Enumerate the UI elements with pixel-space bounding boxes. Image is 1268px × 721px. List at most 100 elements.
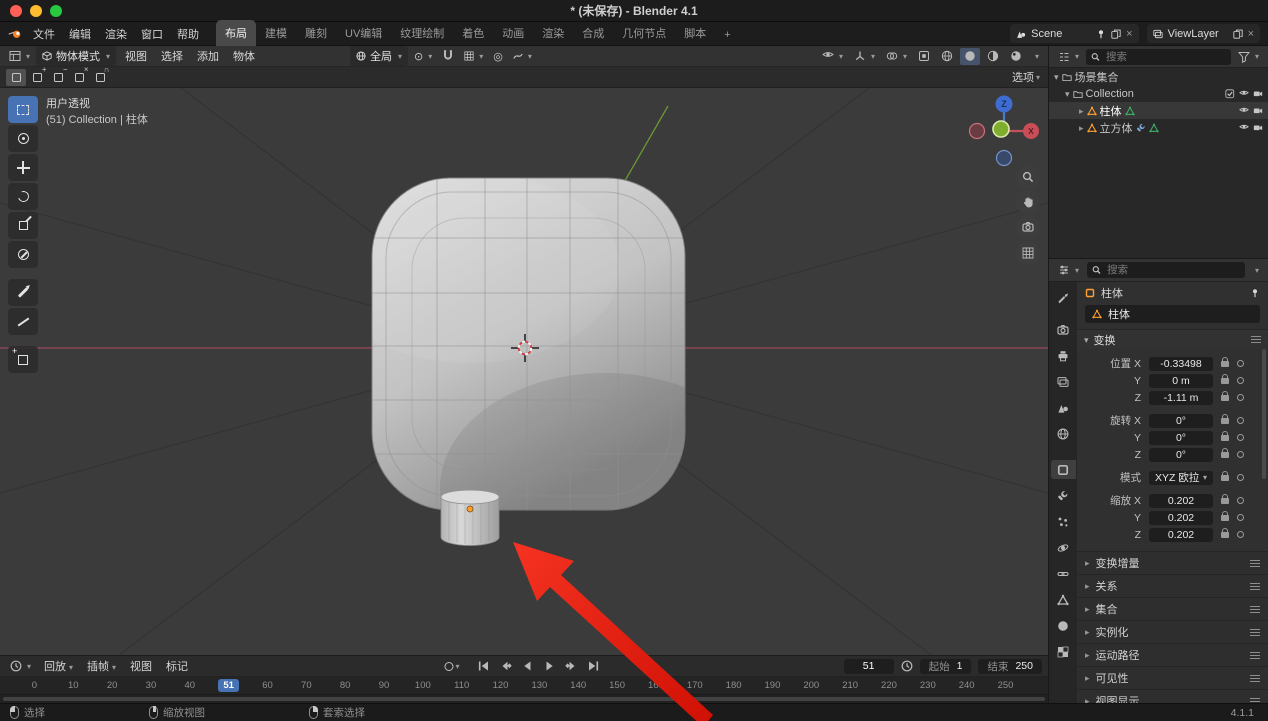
topbar-menu-item[interactable]: 渲染 <box>98 23 134 45</box>
object-visibility-dropdown[interactable] <box>818 48 847 64</box>
timeline-tick[interactable]: 110 <box>442 680 481 691</box>
select-mode-button[interactable] <box>27 65 47 86</box>
expand-caret[interactable] <box>1054 71 1059 83</box>
timeline-tick[interactable]: 40 <box>170 680 209 691</box>
pivot-point-dropdown[interactable]: ⊙ <box>410 48 436 65</box>
properties-options-button[interactable] <box>1249 264 1263 277</box>
properties-section[interactable]: 运动路径 <box>1077 643 1268 666</box>
workspace-tab[interactable]: 布局 <box>216 19 256 46</box>
properties-tab[interactable] <box>1051 538 1076 557</box>
timeline-tick[interactable]: 240 <box>947 680 986 691</box>
transform-value-field[interactable]: 0.202 <box>1149 493 1213 508</box>
viewport-menu-item[interactable]: 选择 <box>154 46 190 66</box>
section-grip-icon[interactable] <box>1250 628 1260 636</box>
select-mode-button[interactable] <box>48 65 68 86</box>
scene-selector[interactable]: Scene × <box>1010 24 1139 43</box>
timeline-scrollbar[interactable] <box>0 695 1048 703</box>
properties-tab[interactable] <box>1051 320 1076 339</box>
transform-value-field[interactable]: 0.202 <box>1149 510 1213 525</box>
timeline-tick[interactable]: 160 <box>637 680 676 691</box>
transform-value-field[interactable]: -0.33498 <box>1149 356 1213 371</box>
options-dropdown[interactable]: 选项 <box>1012 69 1042 85</box>
transform-panel-header[interactable]: 变换 <box>1077 329 1268 349</box>
properties-tab[interactable] <box>1051 398 1076 417</box>
timeline-tick[interactable]: 170 <box>675 680 714 691</box>
properties-tab[interactable] <box>1051 424 1076 443</box>
properties-section[interactable]: 关系 <box>1077 574 1268 597</box>
animate-decorator-dot[interactable] <box>1237 474 1244 481</box>
lock-icon[interactable] <box>1221 430 1229 441</box>
properties-tab[interactable] <box>1051 512 1076 531</box>
timeline-tick[interactable]: 180 <box>714 680 753 691</box>
timeline-menu-item[interactable]: 视图 <box>123 656 159 676</box>
proportional-falloff-dropdown[interactable] <box>509 49 536 63</box>
timeline-ruler[interactable]: 0 10 20 30 40 51 60 70 80 90 100 110 120 130 140 150 160… <box>0 677 1048 695</box>
new-view-layer-icon[interactable] <box>1232 29 1243 39</box>
hide-eye-icon[interactable] <box>1239 106 1249 116</box>
snap-toggle-button[interactable] <box>438 48 458 64</box>
properties-section[interactable]: 实例化 <box>1077 620 1268 643</box>
topbar-menu-item[interactable]: 编辑 <box>62 23 98 45</box>
section-grip-icon[interactable] <box>1250 582 1260 590</box>
auto-keying-toggle[interactable] <box>444 661 459 671</box>
disable-render-icon[interactable] <box>1253 123 1263 133</box>
timeline-menu-item[interactable]: 插帧 <box>80 656 123 676</box>
timeline-scrollbar-thumb[interactable] <box>3 697 1045 701</box>
properties-search-input[interactable] <box>1105 263 1240 277</box>
transform-value-field[interactable]: 0.202 <box>1149 527 1213 542</box>
properties-tab[interactable] <box>1051 616 1076 635</box>
zoom-window-button[interactable] <box>50 5 62 17</box>
tool-button[interactable] <box>8 125 38 152</box>
workspace-tab[interactable]: 建模 <box>256 20 296 46</box>
frame-end-field[interactable]: 结束 250 <box>978 658 1042 674</box>
timeline-menu-item[interactable]: 标记 <box>159 656 195 676</box>
object-name-field[interactable]: 柱体 <box>1085 305 1260 323</box>
transform-value-field[interactable]: 0° <box>1149 413 1213 428</box>
mode-dropdown[interactable]: 物体模式 <box>36 46 117 66</box>
timeline-tick[interactable]: 30 <box>132 680 171 691</box>
expand-caret[interactable] <box>1065 88 1070 100</box>
lock-icon[interactable] <box>1221 373 1229 384</box>
pin-icon[interactable] <box>1250 288 1260 298</box>
properties-scrollbar[interactable] <box>1262 349 1266 479</box>
tool-button[interactable] <box>8 346 38 373</box>
overlays-dropdown[interactable] <box>882 48 911 64</box>
close-window-button[interactable] <box>10 5 22 17</box>
lock-icon[interactable] <box>1221 390 1229 401</box>
cylinder-object[interactable] <box>440 489 500 546</box>
gizmo-y-axis[interactable] <box>992 120 1010 138</box>
viewport-menu-item[interactable]: 添加 <box>190 46 226 66</box>
animate-decorator-dot[interactable] <box>1237 377 1244 384</box>
properties-tab[interactable] <box>1051 590 1076 609</box>
lock-icon[interactable] <box>1221 470 1229 481</box>
outliner-filter-button[interactable] <box>1234 49 1263 65</box>
blender-logo-icon[interactable] <box>8 27 22 41</box>
timeline-tick[interactable]: 60 <box>248 680 287 691</box>
timeline-tick[interactable]: 130 <box>520 680 559 691</box>
timeline-tick[interactable]: 140 <box>559 680 598 691</box>
select-mode-button[interactable] <box>69 65 89 86</box>
timeline-tick[interactable]: 0 <box>15 680 54 691</box>
animate-decorator-dot[interactable] <box>1237 497 1244 504</box>
workspace-tab[interactable]: 动画 <box>493 20 533 46</box>
workspace-tab[interactable]: 纹理绘制 <box>391 20 453 46</box>
timeline-tick[interactable]: 190 <box>753 680 792 691</box>
shading-wireframe-button[interactable] <box>937 48 957 65</box>
workspace-tab[interactable]: 合成 <box>573 20 613 46</box>
timeline-tick[interactable]: 80 <box>326 680 365 691</box>
outliner-row-scene-collection[interactable]: 场景集合 <box>1049 68 1268 85</box>
timeline-tick[interactable]: 100 <box>403 680 442 691</box>
shading-solid-button[interactable] <box>959 47 980 65</box>
lock-icon[interactable] <box>1221 493 1229 504</box>
transport-button[interactable] <box>518 658 538 674</box>
zoom-view-button[interactable] <box>1016 165 1040 189</box>
gizmos-dropdown[interactable] <box>850 48 879 64</box>
lock-icon[interactable] <box>1221 447 1229 458</box>
workspace-tab[interactable]: 渲染 <box>533 20 573 46</box>
outliner-row-cube[interactable]: 立方体 <box>1049 119 1268 136</box>
timeline-menu-item[interactable]: 回放 <box>37 656 80 676</box>
transform-value-field[interactable]: -1.11 m <box>1149 390 1213 405</box>
outliner-row-collection[interactable]: Collection <box>1049 85 1268 102</box>
properties-editor-type-button[interactable] <box>1054 262 1083 278</box>
lock-icon[interactable] <box>1221 356 1229 367</box>
